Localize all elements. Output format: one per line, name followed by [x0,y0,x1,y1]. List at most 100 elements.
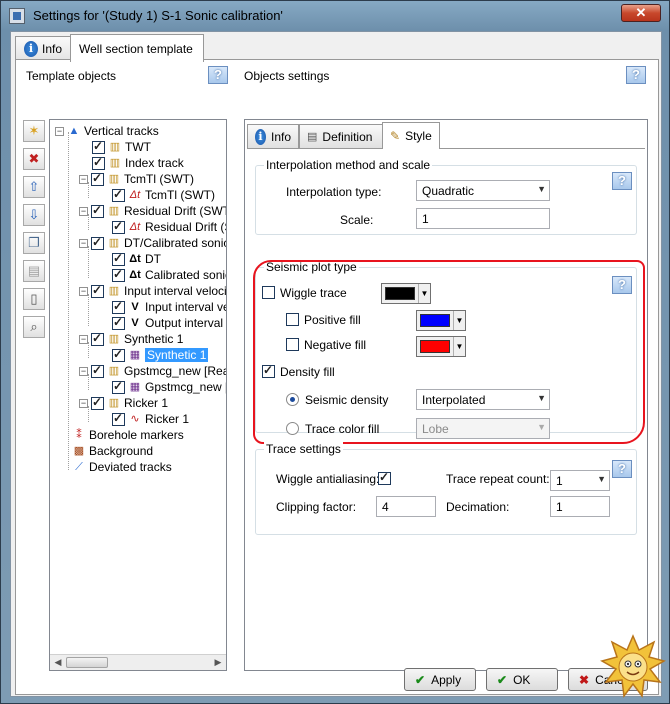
wiggle-antialiasing-checkbox[interactable] [378,470,391,485]
tree-node-label: Calibrated sonic lo [145,268,226,282]
tree-node-label: Vertical tracks [84,124,159,138]
visibility-checkbox[interactable] [91,331,104,346]
tree-node-calibrated-sonic-log[interactable]: Δt Calibrated sonic lo [112,267,226,283]
collapse-icon[interactable]: − [55,126,64,136]
new-object-icon[interactable]: ✶ [23,120,45,142]
tree-node-label: Input interval velocity [124,284,227,298]
tree-node-output-interval-velocity-log[interactable]: V Output interval ve [112,315,226,331]
template-objects-tree[interactable]: − ▲ Vertical tracks ▥ TWT ▥ Index track … [49,119,227,671]
move-down-icon[interactable]: ⇩ [23,204,45,226]
track-icon: ▥ [108,333,120,345]
tree-node-tcmtl-log[interactable]: Δt TcmTl (SWT) [112,187,215,203]
visibility-checkbox[interactable] [91,235,104,250]
collapse-icon[interactable]: − [79,366,88,376]
tab-well-section-template[interactable]: Well section template [70,34,204,62]
tab-info[interactable]: i Info [247,124,299,148]
scale-input[interactable]: 1 [416,208,550,229]
info-icon: i [24,40,38,57]
tree-node-synthetic-track[interactable]: − ▥ Synthetic 1 [79,331,183,347]
tree-node-deviated-tracks[interactable]: ⟋ Deviated tracks [72,459,172,475]
help-icon[interactable]: ? [626,66,646,84]
scrollbar-thumb[interactable] [66,657,108,668]
tab-well-section-template-label: Well section template [79,41,193,56]
tree-node-label: Ricker 1 [145,412,190,426]
move-up-icon[interactable]: ⇧ [23,176,45,198]
tree-node-index-track[interactable]: ▥ Index track [92,155,184,171]
tree-node-gpstmcg-track[interactable]: − ▥ Gpstmcg_new [Realiz [79,363,226,379]
interpolation-type-label: Interpolation type: [286,185,382,199]
tab-definition[interactable]: ▤ Definition [299,124,383,148]
collapse-icon[interactable]: − [79,206,88,216]
apply-button[interactable]: ✔ Apply [404,668,476,691]
copy-icon[interactable]: ❐ [23,232,45,254]
visibility-checkbox[interactable] [112,347,125,362]
tree-node-dt-log[interactable]: Δt DT [112,251,161,267]
tree-node-borehole-markers[interactable]: ⁑ Borehole markers [72,427,183,443]
dialog-client: i Info Well section template Template ob… [10,31,662,697]
track-icon: ▥ [109,141,121,153]
visibility-checkbox[interactable] [112,219,125,234]
scale-label: Scale: [340,213,374,227]
tree-node-twt[interactable]: ▥ TWT [92,139,151,155]
tree-node-vertical-tracks[interactable]: − ▲ Vertical tracks [55,123,159,139]
tree-node-tcmtl-track[interactable]: − ▥ TcmTl (SWT) [79,171,194,187]
ok-button[interactable]: ✔ OK [486,668,558,691]
collapse-icon[interactable]: − [79,238,88,248]
tree-node-residual-drift-track[interactable]: − ▥ Residual Drift (SWT) [79,203,226,219]
visibility-checkbox[interactable] [91,203,104,218]
tree-node-label: Input interval velo [145,300,226,314]
visibility-checkbox[interactable] [91,171,104,186]
well-section-template-panel: Template objects ? ✶ ✖ ⇧ ⇩ ❐ ▤ ▯ ⌕ − ▲ V… [15,59,659,695]
visibility-checkbox[interactable] [91,283,104,298]
visibility-checkbox[interactable] [112,411,125,426]
close-button[interactable]: ✕ [621,4,661,22]
interpolation-type-dropdown[interactable]: Quadratic ▼ [416,180,550,201]
visibility-checkbox[interactable] [112,267,125,282]
tree-horizontal-scrollbar[interactable]: ◀ ▶ [50,654,226,670]
tree-node-synthetic-selected[interactable]: ▦ Synthetic 1 [112,347,209,363]
objects-settings-panel: i Info ▤ Definition ✎ Style Interpolatio… [244,119,648,671]
paste-icon[interactable]: ▤ [23,260,45,282]
help-icon[interactable]: ? [612,172,632,190]
visibility-checkbox[interactable] [92,139,105,154]
preview-icon[interactable]: ⌕ [23,316,45,338]
visibility-checkbox[interactable] [112,299,125,314]
collapse-icon[interactable]: − [79,398,88,408]
tree-node-input-interval-velocity-log[interactable]: V Input interval velo [112,299,226,315]
new-page-icon[interactable]: ▯ [23,288,45,310]
clipping-factor-input[interactable]: 4 [376,496,436,517]
tree-node-ricker-track[interactable]: − ▥ Ricker 1 [79,395,168,411]
trace-repeat-count-label: Trace repeat count: [446,472,550,486]
tab-info[interactable]: i Info [15,36,71,60]
red-highlight-annotation [253,260,645,444]
decimation-input[interactable]: 1 [550,496,610,517]
scroll-right-icon[interactable]: ▶ [212,657,224,669]
collapse-icon[interactable]: − [79,334,88,344]
help-icon[interactable]: ? [612,460,632,478]
visibility-checkbox[interactable] [112,251,125,266]
visibility-checkbox[interactable] [91,395,104,410]
tree-node-residual-drift-log[interactable]: Δt Residual Drift (SW [112,219,226,235]
scroll-left-icon[interactable]: ◀ [52,657,64,669]
visibility-checkbox[interactable] [112,379,125,394]
trace-repeat-count-dropdown[interactable]: 1 ▼ [550,470,610,491]
help-icon[interactable]: ? [208,66,228,84]
delete-object-icon[interactable]: ✖ [23,148,45,170]
tree-node-dt-track[interactable]: − ▥ DT/Calibrated sonic lo [79,235,226,251]
tab-style[interactable]: ✎ Style [382,122,440,149]
visibility-checkbox[interactable] [112,315,125,330]
title-bar[interactable]: Settings for '(Study 1) S-1 Sonic calibr… [1,1,669,31]
tree-node-gpstmcg-seismic[interactable]: ▦ Gpstmcg_new [Re [112,379,226,395]
settings-window: Settings for '(Study 1) S-1 Sonic calibr… [0,0,670,704]
tree-node-input-interval-velocity-track[interactable]: − ▥ Input interval velocity [79,283,227,299]
style-panel: Interpolation method and scale ? Interpo… [247,148,645,669]
tree-node-ricker-wavelet[interactable]: ∿ Ricker 1 [112,411,189,427]
delta-tp-icon: Δt [129,269,141,281]
collapse-icon[interactable]: − [79,174,88,184]
collapse-icon[interactable]: − [79,286,88,296]
visibility-checkbox[interactable] [112,187,125,202]
visibility-checkbox[interactable] [92,155,105,170]
visibility-checkbox[interactable] [91,363,104,378]
tree-node-label: Index track [125,156,184,170]
tree-node-background[interactable]: ▩ Background [72,443,153,459]
